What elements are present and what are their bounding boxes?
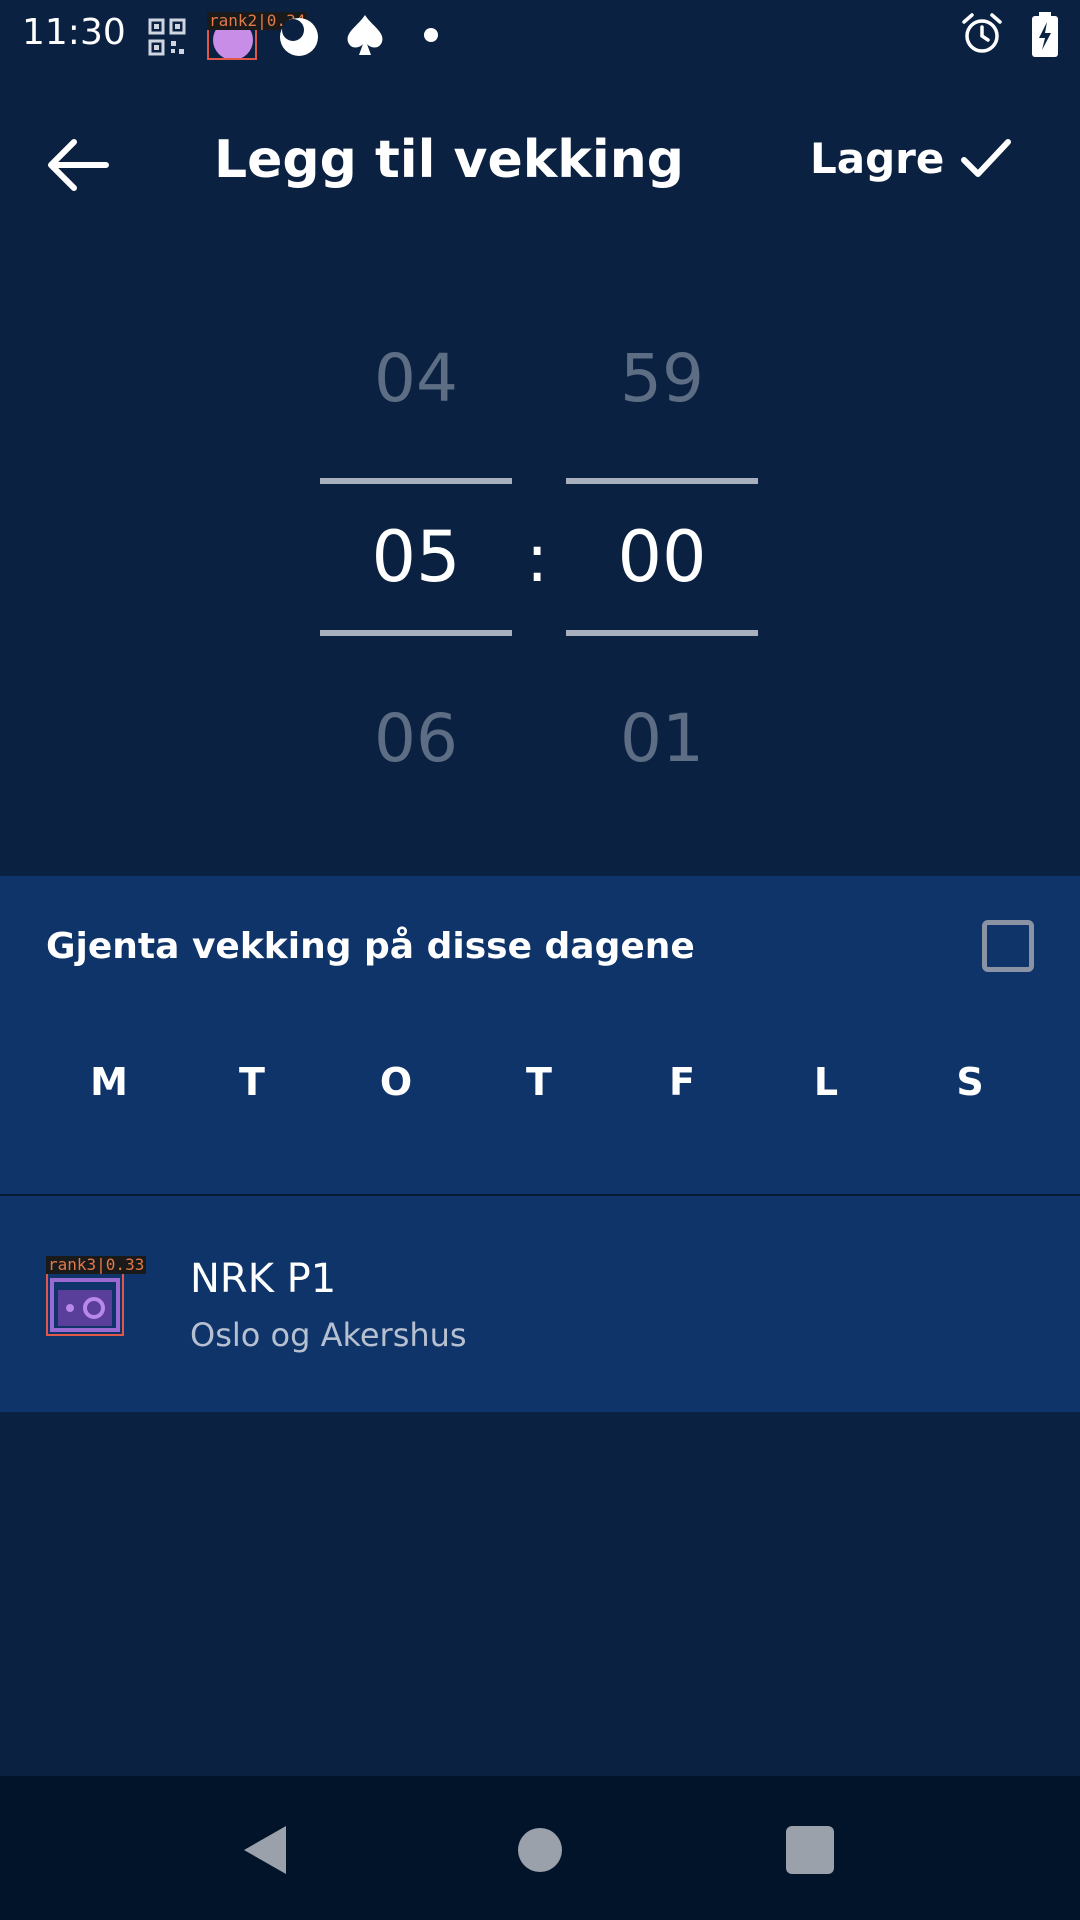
minute-prev[interactable]: 59 [566, 340, 758, 417]
status-time: 11:30 [22, 12, 126, 53]
day-toggle-thursday[interactable]: T [489, 1060, 589, 1104]
day-toggle-saturday[interactable]: L [776, 1060, 876, 1104]
do-not-disturb-icon [280, 18, 318, 56]
hour-next[interactable]: 06 [320, 700, 512, 777]
back-arrow-icon[interactable] [40, 125, 120, 205]
alarm-icon [962, 13, 1002, 53]
page-title: Legg til vekking [214, 130, 684, 190]
day-toggle-sunday[interactable]: S [920, 1060, 1020, 1104]
time-picker: 04 05 06 : 59 00 01 [0, 300, 1080, 780]
minute-next[interactable]: 01 [566, 700, 758, 777]
system-nav-bar [0, 1776, 1080, 1920]
hour-divider-bottom [320, 630, 512, 636]
repeat-checkbox[interactable] [982, 920, 1034, 972]
nav-recents-icon[interactable] [786, 1826, 834, 1874]
hour-prev[interactable]: 04 [320, 340, 512, 417]
minute-selected[interactable]: 00 [566, 516, 758, 598]
hour-divider-top [320, 478, 512, 484]
station-region: Oslo og Akershus [190, 1316, 467, 1354]
spade-icon [347, 15, 383, 55]
annotation-label: rank3|0.33 [46, 1255, 147, 1274]
day-toggle-friday[interactable]: F [632, 1060, 732, 1104]
nav-home-icon[interactable] [518, 1828, 562, 1872]
hour-selected[interactable]: 05 [320, 516, 512, 598]
qr-code-icon [148, 18, 186, 56]
station-name: NRK P1 [190, 1256, 337, 1302]
minute-divider-top [566, 478, 758, 484]
day-toggle-wednesday[interactable]: O [346, 1060, 446, 1104]
repeat-label: Gjenta vekking på disse dagene [46, 926, 695, 967]
checkmark-icon [961, 139, 1011, 177]
notification-dot-icon [424, 28, 438, 42]
app-bar: Legg til vekking Lagre [0, 90, 1080, 220]
repeat-section: Gjenta vekking på disse dagene M T O T F… [0, 876, 1080, 1194]
nav-back-icon[interactable] [240, 1822, 292, 1878]
status-bar: 11:30 rank2|0.34 [0, 0, 1080, 70]
radio-icon [46, 1272, 124, 1336]
battery-charging-icon [1032, 12, 1058, 57]
day-toggle-tuesday[interactable]: T [202, 1060, 302, 1104]
minute-divider-bottom [566, 630, 758, 636]
save-button[interactable]: Lagre [810, 130, 1040, 210]
day-toggle-monday[interactable]: M [59, 1060, 159, 1104]
station-row[interactable]: rank3|0.33 NRK P1 Oslo og Akershus [0, 1196, 1080, 1412]
save-label: Lagre [810, 134, 945, 183]
time-separator: : [526, 520, 549, 597]
